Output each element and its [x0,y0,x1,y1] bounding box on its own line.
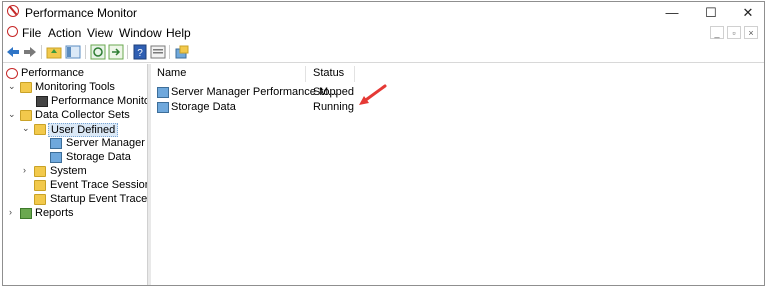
row-name: Storage Data [171,101,236,113]
minimize-button[interactable]: — [657,4,687,22]
tree-item-monitoring-tools[interactable]: ⌄ Monitoring Tools [3,81,147,95]
table-row[interactable]: Storage Data Running [155,100,455,115]
mdi-controls: _ ▫ × [707,25,758,39]
performance-icon [6,68,18,79]
performance-monitor-app-icon[interactable] [7,5,19,17]
toolbar-separator [169,45,170,59]
close-button[interactable]: ✕ [733,4,763,22]
tree-item-system[interactable]: › System [3,165,147,179]
folder-icon [34,194,46,205]
help-icon[interactable]: ? [132,44,148,60]
column-divider[interactable] [354,66,355,82]
back-icon[interactable] [5,44,21,60]
title-bar[interactable]: Performance Monitor — ☐ ✕ [3,2,764,23]
results-pane: Name Status Server Manager Performance M… [151,64,764,285]
toolbar-separator [85,45,86,59]
chevron-right-icon[interactable]: › [9,207,12,217]
tree-item-event-trace-sessions[interactable]: Event Trace Sessions [3,179,147,193]
data-collector-icon [50,138,62,149]
tree-item-performance[interactable]: Performance [3,67,147,81]
chevron-down-icon[interactable]: ⌄ [22,123,30,134]
monitor-icon [36,96,48,107]
data-collector-icon [157,102,169,113]
column-divider[interactable] [305,66,306,82]
reports-icon [20,208,32,219]
properties-icon[interactable] [150,44,166,60]
table-row[interactable]: Server Manager Performance M... Stopped [155,85,455,100]
chevron-down-icon[interactable]: ⌄ [8,81,16,92]
menu-view[interactable]: View [87,26,113,40]
tree-item-data-collector-sets[interactable]: ⌄ Data Collector Sets [3,109,147,123]
folder-icon [20,110,32,121]
mdi-minimize-button[interactable]: _ [710,26,724,39]
tree-item-storage-data[interactable]: Storage Data [3,151,147,165]
folder-icon [34,166,46,177]
forward-icon[interactable] [22,44,38,60]
tree-item-startup-event-trace-sessions[interactable]: Startup Event Trace Ses [3,193,147,207]
toolbar-separator [41,45,42,59]
column-header-status[interactable]: Status [313,67,344,83]
tree-item-performance-monitor[interactable]: Performance Monitor [3,95,147,109]
data-collector-icon [157,87,169,98]
annotation-arrow-icon [359,84,387,105]
folder-icon [20,82,32,93]
window-title: Performance Monitor [25,6,138,20]
chevron-right-icon[interactable]: › [23,165,26,175]
row-status: Stopped [313,86,354,98]
data-collector-icon [50,152,62,163]
menu-file[interactable]: File [22,26,41,40]
up-folder-icon[interactable] [46,44,62,60]
folder-icon [34,124,46,135]
toolbar: ? [3,42,764,63]
toolbar-separator [127,45,128,59]
menu-window[interactable]: Window [119,26,162,40]
tree-item-server-manager-performance[interactable]: Server Manager Per [3,137,147,151]
menu-action[interactable]: Action [48,26,81,40]
mmc-document-icon[interactable] [7,26,18,37]
new-icon[interactable] [174,44,190,60]
menu-help[interactable]: Help [166,26,191,40]
chevron-down-icon[interactable]: ⌄ [8,109,16,120]
maximize-button[interactable]: ☐ [696,4,726,22]
folder-icon [34,180,46,191]
row-status: Running [313,101,354,113]
tree-item-user-defined[interactable]: ⌄ User Defined [3,123,147,137]
mdi-close-button[interactable]: × [744,26,758,39]
export-icon[interactable] [108,44,124,60]
svg-text:?: ? [137,48,143,59]
column-header-name[interactable]: Name [157,67,186,83]
menu-bar: File Action View Window Help _ ▫ × [3,23,764,43]
console-tree: Performance ⌄ Monitoring Tools Performan… [3,64,148,285]
refresh-icon[interactable] [90,44,106,60]
show-hide-tree-icon[interactable] [65,44,81,60]
mdi-restore-button[interactable]: ▫ [727,26,741,39]
performance-monitor-window: Performance Monitor — ☐ ✕ File Action Vi… [2,1,765,286]
tree-item-reports[interactable]: › Reports [3,207,147,221]
